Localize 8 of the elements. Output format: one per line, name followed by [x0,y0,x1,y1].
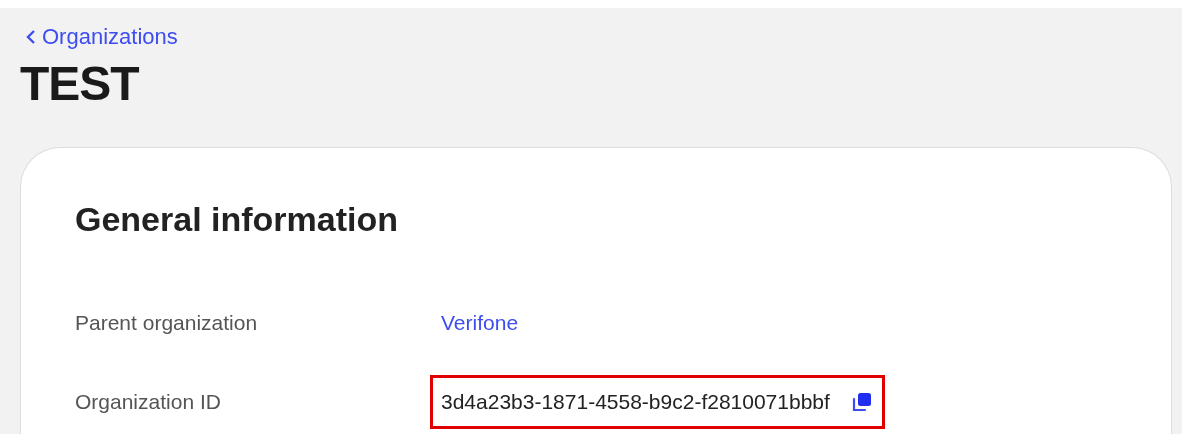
page-title: TEST [20,56,140,111]
chevron-left-icon [26,29,36,45]
back-link[interactable]: Organizations [26,24,178,50]
field-label: Parent organization [75,310,259,335]
parent-link[interactable]: Verifone [441,310,519,335]
id-text: 3d4a23b3-1871-4558-b9c2-f2810071bbbf [441,389,830,414]
section-heading: General information [75,200,400,239]
field-label: Organization ID [75,389,222,414]
